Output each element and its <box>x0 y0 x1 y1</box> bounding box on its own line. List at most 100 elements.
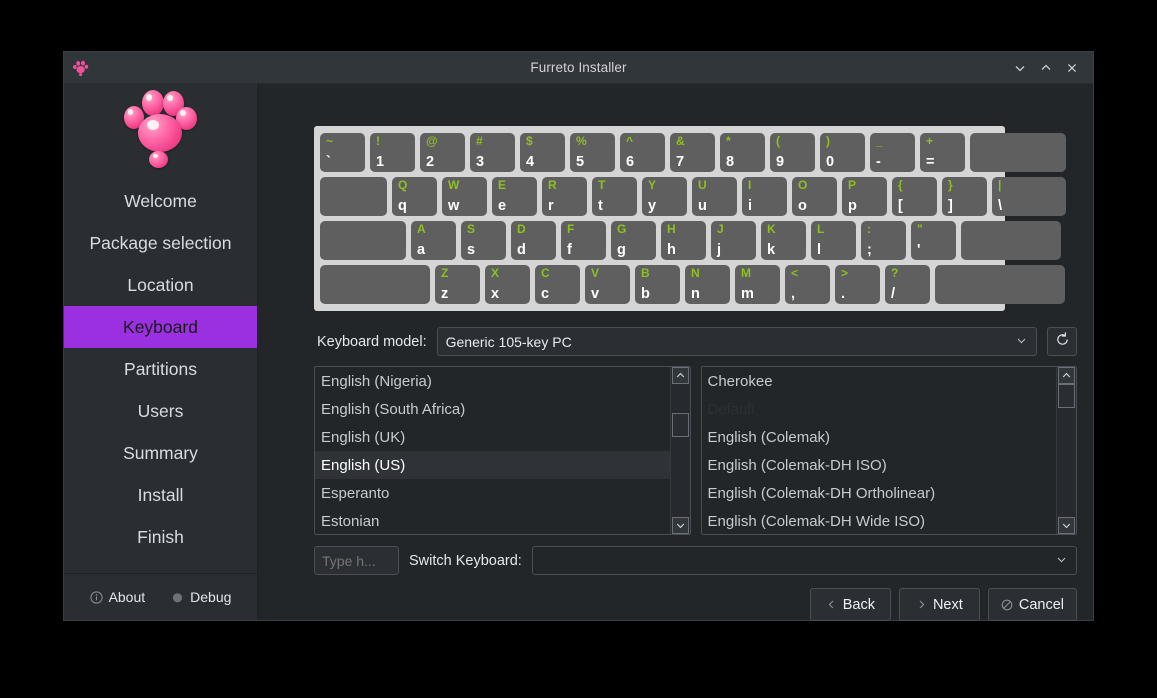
key-upper-legend: E <box>498 178 507 192</box>
logo-area <box>64 84 257 180</box>
keyboard-row: Aa Ss Dd Ff Gg Hh Jj Kk Ll:; " ' <box>320 221 1061 260</box>
list-item[interactable]: English (UK) <box>315 423 670 451</box>
key-lower-legend: d <box>517 241 526 258</box>
keyboard-test-row: Switch Keyboard: <box>314 546 1085 575</box>
layout-variant-lists: English (Nigeria) English (South Africa) E… <box>314 366 1085 535</box>
keyboard-key-/: ? / <box>885 265 930 304</box>
key-upper-legend: N <box>691 266 700 280</box>
key-upper-legend: G <box>617 222 627 236</box>
sidebar-footer: About Debug <box>64 574 257 620</box>
key-upper-legend: P <box>848 178 857 192</box>
sidebar-item-location[interactable]: Location <box>64 264 257 306</box>
reset-keyboard-button[interactable] <box>1047 327 1077 356</box>
switch-keyboard-label: Switch Keyboard: <box>409 552 522 569</box>
keyboard-variant-list[interactable]: Cherokee Default English (Colemak) English … <box>700 366 1077 535</box>
list-item[interactable]: English (Colemak-DH Ortholinear) <box>702 479 1057 507</box>
sidebar-item-summary[interactable]: Summary <box>64 432 257 474</box>
list-item[interactable]: English (South Africa) <box>315 395 670 423</box>
keyboard-key-x: Xx <box>485 265 530 304</box>
sidebar-item-welcome[interactable]: Welcome <box>64 180 257 222</box>
keyboard-row: Zz Xx Cc Vv Bb Nn Mm <, >.? / <box>320 265 1065 304</box>
layout-list-scrollbar[interactable] <box>669 367 690 534</box>
scroll-down-icon[interactable] <box>1058 517 1075 534</box>
variant-list-items: Cherokee Default English (Colemak) English … <box>702 367 1057 534</box>
list-item[interactable]: Esperanto <box>315 479 670 507</box>
key-lower-legend: 6 <box>626 153 635 170</box>
key-lower-legend: q <box>398 197 407 214</box>
keyboard-key-l: Ll <box>811 221 856 260</box>
keyboard-key-6: ^ 6 <box>620 133 665 172</box>
next-button[interactable]: Next <box>898 588 980 621</box>
key-lower-legend: x <box>491 285 500 302</box>
key-lower-legend: 0 <box>826 153 835 170</box>
key-lower-legend: j <box>717 241 722 258</box>
back-button[interactable]: Back <box>809 588 891 621</box>
layout-scroll-track[interactable] <box>671 384 690 517</box>
minimize-button[interactable] <box>1008 56 1032 80</box>
keyboard-test-input[interactable] <box>314 546 399 575</box>
list-item[interactable]: Cherokee <box>702 367 1057 395</box>
cancel-button[interactable]: Cancel <box>987 588 1077 621</box>
keyboard-model-select[interactable]: Generic 105-key PC <box>436 327 1037 356</box>
keyboard-key-k: Kk <box>761 221 806 260</box>
sidebar-item-keyboard[interactable]: Keyboard <box>64 306 257 348</box>
key-lower-legend: ] <box>948 197 953 214</box>
key-upper-legend: L <box>817 222 825 236</box>
keyboard-key-r: Rr <box>542 177 587 216</box>
keyboard-layout-list[interactable]: English (Nigeria) English (South Africa) E… <box>314 366 691 535</box>
installer-window: Furreto Installer Welcome Package select… <box>64 52 1093 621</box>
scroll-down-icon[interactable] <box>671 517 689 534</box>
key-upper-legend: S <box>467 222 476 236</box>
layout-scroll-thumb[interactable] <box>671 413 689 438</box>
maximize-button[interactable] <box>1034 56 1058 80</box>
main-panel: ~ `! 1 @2 #3 $4% 5 ^ 6 & 7 * 8(9) 0 _ - + = Qq Ww Ee Rr Tt Yy Uu… <box>258 84 1093 621</box>
chevron-down-icon <box>1055 553 1068 569</box>
sidebar-item-install[interactable]: Install <box>64 474 257 516</box>
key-lower-legend: [ <box>898 197 903 214</box>
sidebar: Welcome Package selection Location Keybo… <box>64 84 258 620</box>
key-upper-legend: B <box>641 266 650 280</box>
variant-list-scrollbar[interactable] <box>1056 367 1076 534</box>
keyboard-key-n: Nn <box>685 265 730 304</box>
variant-scroll-thumb[interactable] <box>1058 384 1075 408</box>
sidebar-item-finish[interactable]: Finish <box>64 516 257 558</box>
list-item[interactable]: English (Nigeria) <box>315 367 670 395</box>
about-button[interactable]: About <box>89 589 145 605</box>
list-item[interactable]: English (Colemak-DH Wide ISO) <box>702 507 1057 534</box>
keyboard-key-2: @2 <box>420 133 465 172</box>
keyboard-key-blank <box>935 265 1065 304</box>
key-upper-legend: < <box>791 266 799 280</box>
list-item[interactable]: English (Colemak) <box>702 423 1057 451</box>
debug-button[interactable]: Debug <box>171 589 231 605</box>
key-upper-legend: W <box>448 178 460 192</box>
key-lower-legend: = <box>926 153 935 170</box>
key-lower-legend: m <box>741 285 754 302</box>
keyboard-key-y: Yy <box>642 177 687 216</box>
variant-scroll-track[interactable] <box>1057 384 1076 517</box>
scroll-up-icon[interactable] <box>1058 367 1075 384</box>
list-item[interactable]: English (US) <box>315 451 670 479</box>
paw-print-logo <box>116 90 206 174</box>
keyboard-key-5: % 5 <box>570 133 615 172</box>
layout-list-items: English (Nigeria) English (South Africa) E… <box>315 367 670 534</box>
sidebar-item-package-selection[interactable]: Package selection <box>64 222 257 264</box>
close-button[interactable] <box>1060 56 1084 80</box>
key-lower-legend: v <box>591 285 600 302</box>
sidebar-item-label: Welcome <box>124 190 197 211</box>
list-item[interactable]: Estonian <box>315 507 670 534</box>
list-item[interactable]: Default <box>702 395 1057 423</box>
keyboard-model-value: Generic 105-key PC <box>445 333 572 350</box>
keyboard-preview-wrap: ~ `! 1 @2 #3 $4% 5 ^ 6 & 7 * 8(9) 0 _ - + = Qq Ww Ee Rr Tt Yy Uu… <box>314 126 1085 311</box>
list-item[interactable]: English (Colemak-DH ISO) <box>702 451 1057 479</box>
key-lower-legend: i <box>748 197 753 214</box>
switch-keyboard-select[interactable] <box>531 546 1077 575</box>
sidebar-item-partitions[interactable]: Partitions <box>64 348 257 390</box>
sidebar-item-users[interactable]: Users <box>64 390 257 432</box>
scroll-up-icon[interactable] <box>671 367 689 384</box>
keyboard-key-blank <box>320 265 430 304</box>
title-bar: Furreto Installer <box>64 52 1093 84</box>
key-upper-legend: F <box>567 222 575 236</box>
sidebar-item-label: Location <box>127 274 194 295</box>
key-lower-legend: \ <box>998 197 1003 214</box>
key-upper-legend: Q <box>398 178 408 192</box>
